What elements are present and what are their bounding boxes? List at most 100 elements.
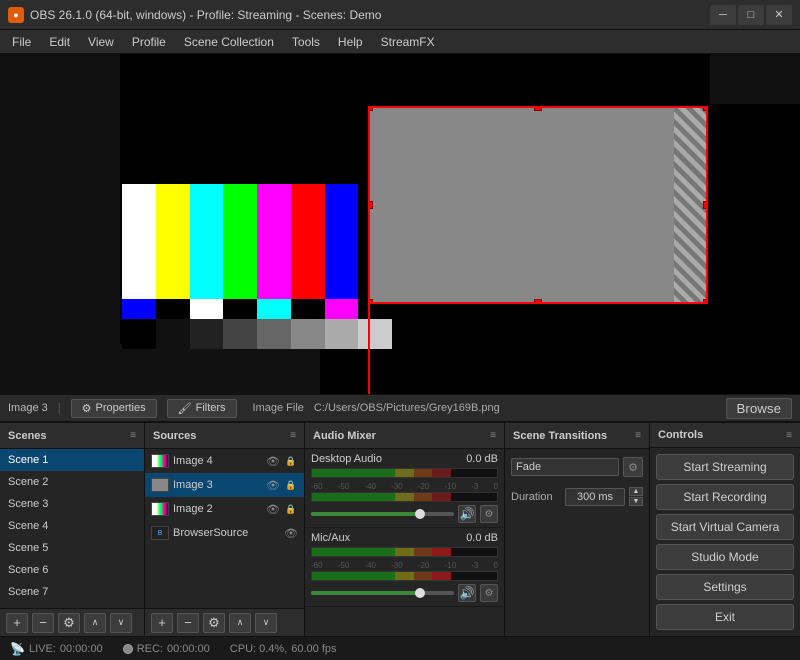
menu-profile[interactable]: Profile (124, 33, 174, 51)
source-eye-image3[interactable]: 👁 (266, 479, 280, 492)
scene-item-4[interactable]: Scene 4 (0, 515, 144, 537)
mic-audio-controls: 🔊 ⚙ (311, 584, 498, 602)
transition-type-select[interactable]: Fade Cut Swipe Slide Stinger Luma Wipe (511, 458, 619, 476)
scene-item-6[interactable]: Scene 6 (0, 559, 144, 581)
menu-edit[interactable]: Edit (41, 33, 78, 51)
vu-seg5 (414, 469, 433, 477)
mic-vu-meter-top (311, 547, 498, 557)
scene-item-1[interactable]: Scene 1 (0, 449, 144, 471)
source-eye-image4[interactable]: 👁 (266, 455, 280, 468)
menu-help[interactable]: Help (330, 33, 371, 51)
selection-handle-br[interactable] (703, 299, 708, 304)
properties-button[interactable]: ⚙ Properties (71, 399, 157, 418)
start-virtual-camera-button[interactable]: Start Virtual Camera (656, 514, 794, 540)
scenes-options-icon[interactable]: ≡ (130, 430, 136, 441)
selection-handle-tc[interactable] (534, 106, 542, 111)
mic-volume-knob[interactable] (415, 588, 425, 598)
menu-scene-collection[interactable]: Scene Collection (176, 33, 282, 51)
transition-gear-button[interactable]: ⚙ (623, 457, 643, 477)
menu-view[interactable]: View (80, 33, 122, 51)
mic-settings-button[interactable]: ⚙ (480, 584, 498, 602)
menu-streamfx[interactable]: StreamFX (373, 33, 443, 51)
selection-handle-bc[interactable] (534, 299, 542, 304)
transitions-options-icon[interactable]: ≡ (635, 430, 641, 441)
mic-volume-track (311, 591, 454, 595)
mic-vu4 (395, 548, 414, 556)
scene-item-7[interactable]: Scene 7 (0, 581, 144, 603)
cpu-status: CPU: 0.4%, 60.00 fps (230, 643, 337, 655)
desktop-volume-knob[interactable] (415, 509, 425, 519)
stream-icon: 📡 (10, 642, 25, 656)
source-item-image4[interactable]: Image 4 👁 🔒 (145, 449, 304, 473)
desktop-settings-button[interactable]: ⚙ (480, 505, 498, 523)
app-icon: ● (8, 7, 24, 23)
source-name-image3: Image 3 (173, 479, 262, 491)
preview-area[interactable] (0, 54, 800, 394)
source-item-image2[interactable]: Image 2 👁 🔒 (145, 497, 304, 521)
source-item-browser[interactable]: B BrowserSource 👁 (145, 521, 304, 545)
image-file-label: Image File (253, 402, 304, 414)
source-lock-image3[interactable]: 🔒 (284, 480, 298, 491)
desktop-audio-track: Desktop Audio 0.0 dB -60-50-40-30-20-10-… (305, 449, 504, 528)
start-recording-button[interactable]: Start Recording (656, 484, 794, 510)
sources-header: Sources ≡ (145, 423, 304, 449)
scene-item-2[interactable]: Scene 2 (0, 471, 144, 493)
preview-bg-right-top (710, 54, 800, 104)
maximize-button[interactable]: □ (738, 5, 764, 25)
mic-aux-track: Mic/Aux 0.0 dB -60-50-40-30-20-10-30 (305, 528, 504, 607)
start-streaming-button[interactable]: Start Streaming (656, 454, 794, 480)
sources-options-icon[interactable]: ≡ (290, 430, 296, 441)
mic-volume-fill (311, 591, 418, 595)
source-item-image3[interactable]: Image 3 👁 🔒 (145, 473, 304, 497)
desktop-mute-button[interactable]: 🔊 (458, 505, 476, 523)
source-name-browser: BrowserSource (173, 527, 280, 539)
mic-aux-db: 0.0 dB (466, 532, 498, 544)
source-name-image4: Image 4 (173, 455, 262, 467)
mic-vub1 (312, 572, 340, 580)
scene-transitions-header: Scene Transitions ≡ (505, 423, 649, 449)
close-button[interactable]: ✕ (766, 5, 792, 25)
scene-transitions-panel: Scene Transitions ≡ Fade Cut Swipe Slide… (505, 423, 650, 636)
source-eye-image2[interactable]: 👁 (266, 503, 280, 516)
controls-options-icon[interactable]: ≡ (786, 430, 792, 441)
menu-tools[interactable]: Tools (284, 33, 328, 51)
duration-down-button[interactable]: ▼ (629, 497, 643, 506)
bar-red (291, 184, 325, 299)
scenes-footer: + − ⚙ ∧ ∨ (0, 608, 144, 636)
selection-handle-tr[interactable] (703, 106, 708, 111)
duration-input[interactable] (565, 488, 625, 506)
mic-vu1 (312, 548, 340, 556)
vu-seg-b5 (414, 493, 433, 501)
window-controls[interactable]: ─ □ ✕ (710, 5, 792, 25)
scene-item-5[interactable]: Scene 5 (0, 537, 144, 559)
vu-seg2 (340, 469, 368, 477)
scenes-panel: Scenes ≡ Scene 1 Scene 2 Scene 3 Scene 4… (0, 423, 145, 636)
menu-file[interactable]: File (4, 33, 39, 51)
mic-aux-header: Mic/Aux 0.0 dB (311, 532, 498, 544)
source-lock-image4[interactable]: 🔒 (284, 456, 298, 467)
controls-buttons: Start Streaming Start Recording Start Vi… (650, 448, 800, 636)
browse-button[interactable]: Browse (726, 398, 792, 419)
controls-header: Controls ≡ (650, 423, 800, 448)
minimize-button[interactable]: ─ (710, 5, 736, 25)
filters-button[interactable]: 🖌 Filters (167, 399, 237, 418)
sources-footer: + − ⚙ ∧ ∨ (145, 608, 304, 636)
exit-button[interactable]: Exit (656, 604, 794, 630)
sources-list: Image 4 👁 🔒 Image 3 👁 🔒 Image 2 👁 🔒 B Br… (145, 449, 304, 608)
source-lock-image2[interactable]: 🔒 (284, 504, 298, 515)
mic-mute-button[interactable]: 🔊 (458, 584, 476, 602)
desktop-volume-slider-container[interactable] (311, 506, 454, 522)
audio-mixer-header: Audio Mixer ≡ (305, 423, 504, 449)
duration-up-button[interactable]: ▲ (629, 487, 643, 496)
mic-volume-slider-container[interactable] (311, 585, 454, 601)
vu-labels: -60-50-40-30-20-10-30 (311, 481, 498, 492)
source-thumb-image3 (151, 478, 169, 492)
selection-handle-mr[interactable] (703, 201, 708, 209)
source-eye-browser[interactable]: 👁 (284, 527, 298, 540)
source-bar: Image 3 | ⚙ Properties 🖌 Filters Image F… (0, 394, 800, 422)
scene-item-3[interactable]: Scene 3 (0, 493, 144, 515)
scenes-header: Scenes ≡ (0, 423, 144, 449)
studio-mode-button[interactable]: Studio Mode (656, 544, 794, 570)
audio-mixer-options-icon[interactable]: ≡ (490, 430, 496, 441)
settings-button[interactable]: Settings (656, 574, 794, 600)
